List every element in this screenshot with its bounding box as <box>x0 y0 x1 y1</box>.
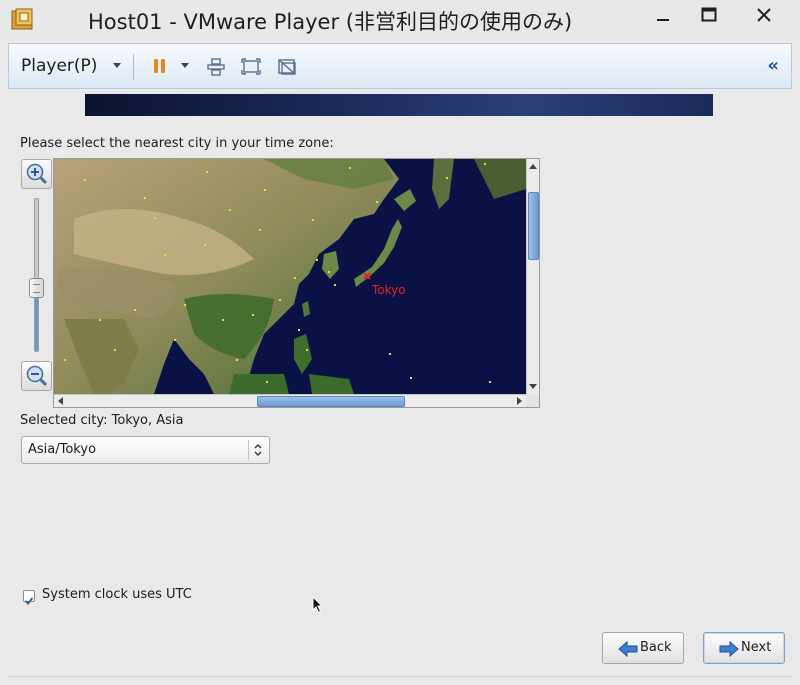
maximize-button[interactable] <box>686 0 732 30</box>
back-button[interactable]: Back <box>602 632 684 664</box>
updown-chevron-icon <box>254 444 262 456</box>
zoom-in-button[interactable] <box>21 159 52 189</box>
select-divider <box>248 440 249 460</box>
scroll-right-icon[interactable] <box>517 397 522 405</box>
player-menu[interactable]: Player(P) <box>21 56 97 76</box>
arrow-left-icon <box>618 640 638 658</box>
zoom-out-button[interactable] <box>21 361 52 391</box>
arrow-right-icon <box>719 640 739 658</box>
pause-icon[interactable] <box>154 56 168 78</box>
world-map-image <box>54 159 526 394</box>
scroll-up-icon[interactable] <box>529 164 537 169</box>
zoom-in-icon <box>26 163 48 185</box>
collapse-toolbar-icon[interactable]: « <box>767 55 779 76</box>
next-button[interactable]: Next <box>703 632 785 664</box>
vertical-scroll-thumb[interactable] <box>528 192 539 261</box>
toolbar-divider <box>133 54 134 80</box>
minimize-icon <box>657 19 669 21</box>
utc-checkbox-label[interactable]: System clock uses UTC <box>42 587 192 602</box>
window-title: Host01 - VMware Player (非営利目的の使用のみ) <box>88 10 573 34</box>
horizontal-scroll-thumb[interactable] <box>257 396 406 407</box>
back-button-label: Back <box>640 640 672 655</box>
scroll-down-icon[interactable] <box>529 384 537 389</box>
timezone-map[interactable]: Tokyo <box>53 158 540 408</box>
timezone-prompt: Please select the nearest city in your t… <box>20 136 334 151</box>
scrollbar-corner <box>526 394 539 407</box>
pause-dropdown-icon[interactable] <box>181 63 189 68</box>
map-vertical-scrollbar[interactable] <box>526 159 539 394</box>
close-button[interactable] <box>728 0 800 30</box>
fullscreen-icon[interactable] <box>241 56 261 78</box>
title-bar: Host01 - VMware Player (非営利目的の使用のみ) <box>0 0 800 42</box>
map-horizontal-scrollbar[interactable] <box>54 394 526 407</box>
scroll-left-icon[interactable] <box>58 397 63 405</box>
maximize-icon <box>701 7 717 22</box>
close-icon <box>757 8 771 22</box>
selected-city-label: Selected city: Tokyo, Asia <box>20 413 184 428</box>
next-button-label: Next <box>741 640 772 655</box>
zoom-slider-fill <box>35 289 38 351</box>
unity-icon[interactable] <box>277 56 297 78</box>
mouse-pointer-icon <box>312 596 324 614</box>
send-ctrl-alt-del-icon[interactable] <box>207 56 225 78</box>
player-toolbar: Player(P) « <box>8 43 792 89</box>
utc-checkbox[interactable] <box>23 590 35 605</box>
checkmark-icon <box>24 597 34 605</box>
vmware-app-icon <box>11 8 33 30</box>
chevron-down-icon[interactable] <box>113 63 121 68</box>
window-bottom-edge <box>8 676 792 677</box>
zoom-slider-track[interactable] <box>34 198 39 352</box>
timezone-select-value: Asia/Tokyo <box>28 442 97 457</box>
zoom-slider-handle[interactable] <box>29 278 44 299</box>
zoom-out-icon <box>26 365 48 387</box>
map-city-label: Tokyo <box>372 283 406 297</box>
timezone-select[interactable]: Asia/Tokyo <box>21 436 270 464</box>
installer-banner <box>85 94 713 116</box>
minimize-button[interactable] <box>640 0 686 30</box>
map-viewport[interactable]: Tokyo <box>54 159 526 394</box>
